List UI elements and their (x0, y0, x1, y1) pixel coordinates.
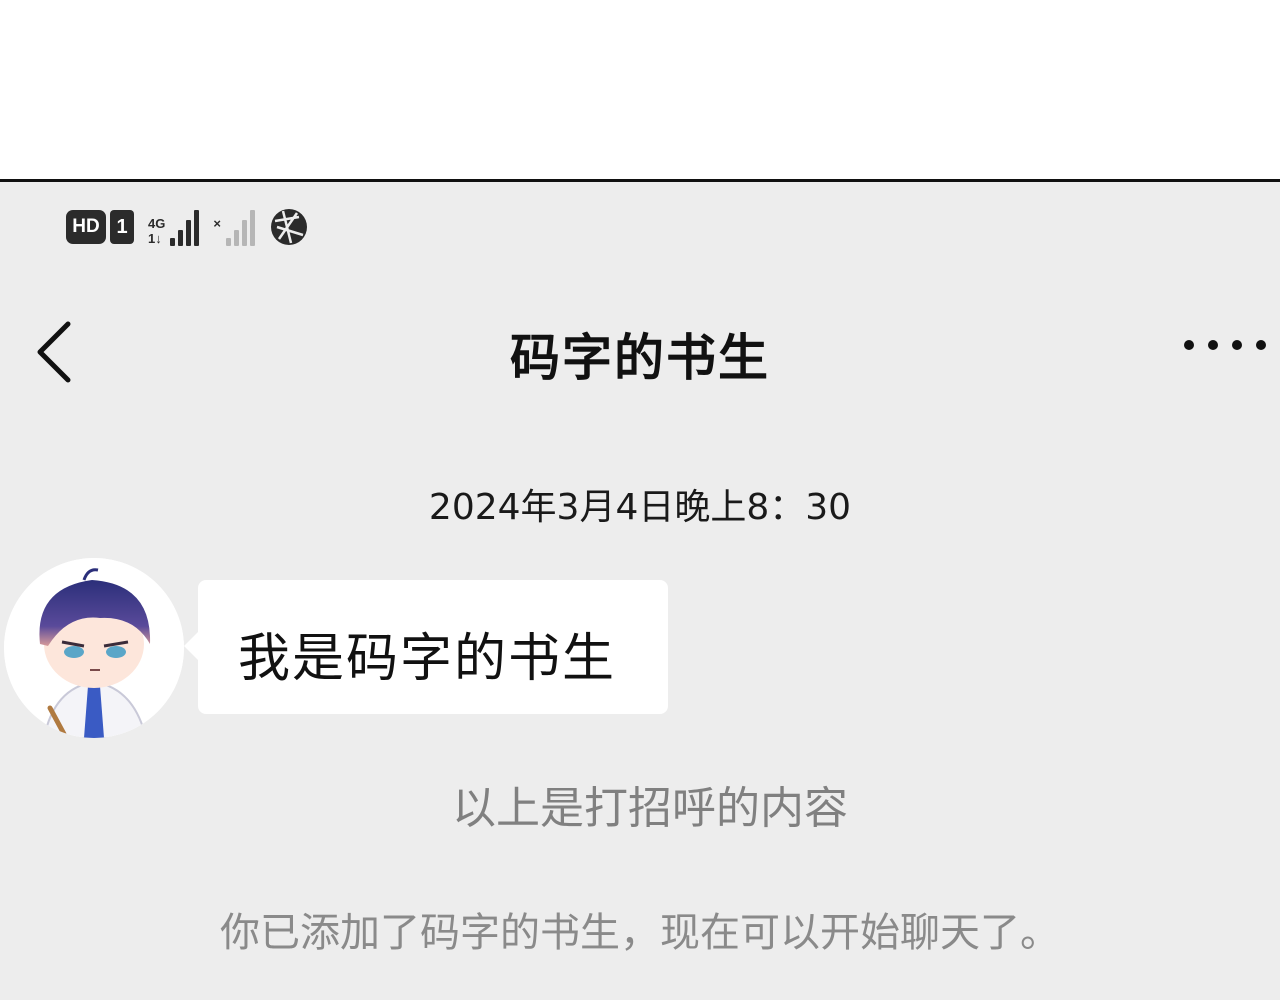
globe-icon (270, 209, 307, 245)
chat-screen: HD 1 4G 1↓ × 码字的书生 2024年3月4日晚上8：30 我是码字的… (0, 182, 1280, 1000)
hd-icon: HD (66, 210, 106, 244)
message-text: 我是码字的书生 (238, 629, 617, 689)
system-message-added-friend: 你已添加了码字的书生，现在可以开始聊天了。 (220, 910, 1060, 956)
status-bar: HD 1 4G 1↓ × (66, 206, 309, 248)
signal-4g-icon: 4G 1↓ (148, 208, 200, 246)
avatar[interactable] (4, 558, 184, 738)
sim-1-icon: 1 (110, 210, 134, 244)
network-activity-label: 1↓ (148, 231, 162, 246)
avatar-illustration (4, 558, 184, 738)
chat-title: 码字的书生 (510, 329, 770, 387)
system-message-greeting: 以上是打招呼的内容 (452, 783, 848, 834)
signal-off-icon: × (213, 208, 255, 246)
more-dots-icon[interactable] (1184, 340, 1266, 350)
top-blank-area (0, 0, 1280, 180)
network-type-label: 4G (148, 216, 166, 231)
message-timestamp: 2024年3月4日晚上8：30 (428, 487, 852, 528)
message-bubble[interactable]: 我是码字的书生 (184, 580, 668, 714)
sim2-no-service-label: × (213, 216, 221, 231)
